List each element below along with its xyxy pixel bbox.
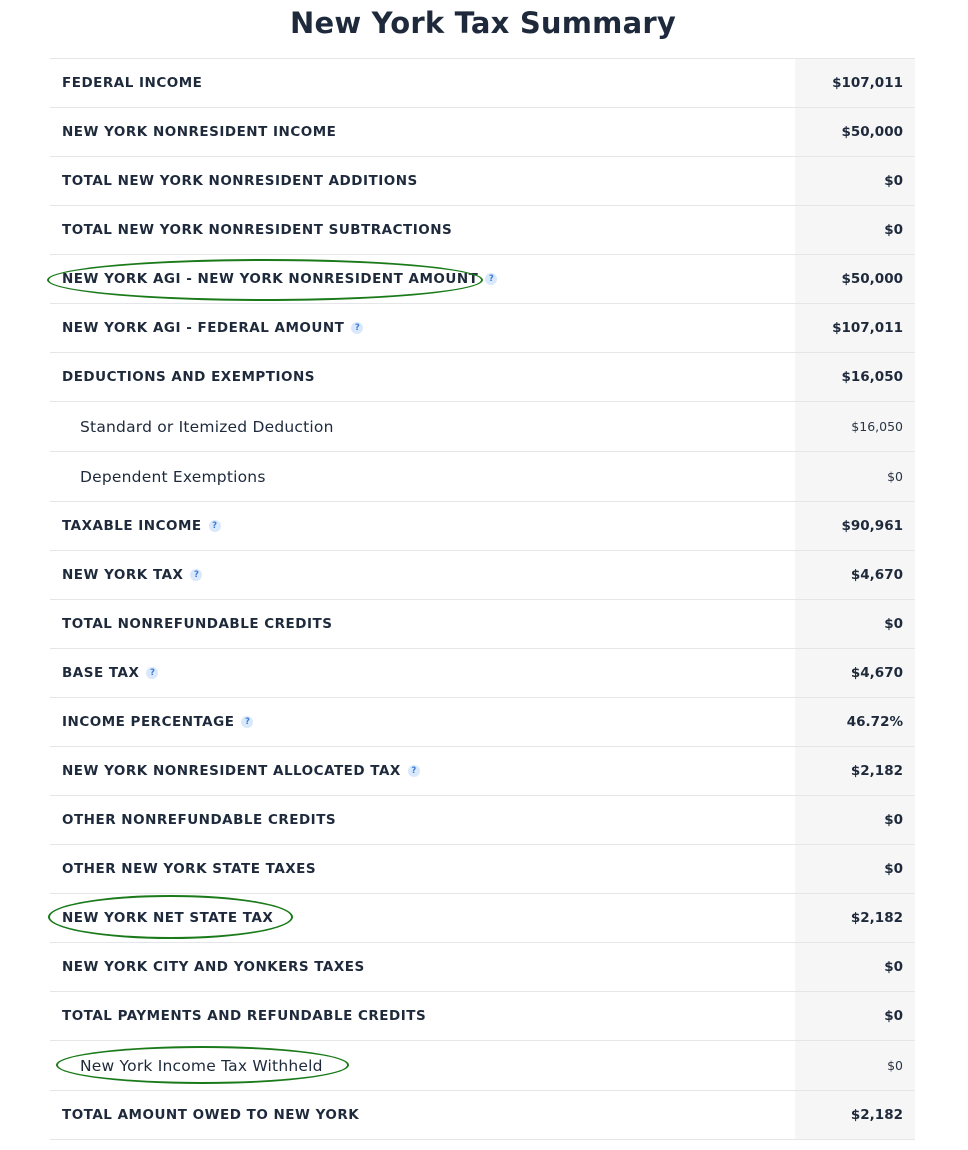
row-value: $16,050	[795, 353, 915, 401]
row-value: $2,182	[795, 1091, 915, 1139]
help-icon[interactable]: ?	[190, 569, 203, 581]
summary-row: OTHER NONREFUNDABLE CREDITS $0	[50, 796, 915, 845]
row-value: $107,011	[795, 59, 915, 107]
row-label: Dependent Exemptions	[50, 468, 266, 486]
row-label-text: TOTAL AMOUNT OWED TO NEW YORK	[62, 1107, 360, 1123]
summary-row: BASE TAX? $4,670	[50, 649, 915, 698]
row-label-text: NEW YORK TAX	[62, 567, 184, 583]
summary-row: TOTAL AMOUNT OWED TO NEW YORK $2,182	[50, 1091, 915, 1140]
row-label-text: Standard or Itemized Deduction	[80, 417, 334, 436]
row-label: NEW YORK AGI - NEW YORK NONRESIDENT AMOU…	[50, 271, 498, 287]
row-label: DEDUCTIONS AND EXEMPTIONS	[50, 369, 315, 385]
help-icon[interactable]: ?	[407, 765, 420, 777]
row-value: $0	[795, 992, 915, 1040]
row-value: 46.72%	[795, 698, 915, 746]
summary-row: NEW YORK CITY AND YONKERS TAXES $0	[50, 943, 915, 992]
page-title: New York Tax Summary	[290, 6, 676, 40]
row-value: $0	[795, 1041, 915, 1090]
summary-row: TOTAL PAYMENTS AND REFUNDABLE CREDITS $0	[50, 992, 915, 1041]
summary-subrow: Standard or Itemized Deduction $16,050	[50, 402, 915, 452]
row-label: TOTAL NEW YORK NONRESIDENT SUBTRACTIONS	[50, 222, 452, 238]
row-label: TOTAL AMOUNT OWED TO NEW YORK	[50, 1107, 359, 1123]
row-label: NEW YORK NONRESIDENT INCOME	[50, 124, 336, 140]
row-label: NEW YORK CITY AND YONKERS TAXES	[50, 959, 365, 975]
row-value: $0	[795, 796, 915, 844]
row-label-text: NEW YORK NET STATE TAX	[62, 910, 274, 926]
row-label-text: NEW YORK AGI - NEW YORK NONRESIDENT AMOU…	[62, 271, 479, 287]
row-label: TOTAL NEW YORK NONRESIDENT ADDITIONS	[50, 173, 418, 189]
row-label-text: NEW YORK NONRESIDENT ALLOCATED TAX	[62, 763, 401, 779]
row-value: $0	[795, 943, 915, 991]
row-value: $0	[795, 600, 915, 648]
row-value: $0	[795, 206, 915, 254]
row-label-text: New York Income Tax Withheld	[80, 1056, 323, 1075]
row-value: $0	[795, 452, 915, 501]
row-label: INCOME PERCENTAGE?	[50, 714, 254, 730]
row-value: $50,000	[795, 255, 915, 303]
summary-row: TAXABLE INCOME? $90,961	[50, 502, 915, 551]
summary-row: DEDUCTIONS AND EXEMPTIONS $16,050	[50, 353, 915, 402]
summary-row: NEW YORK TAX? $4,670	[50, 551, 915, 600]
row-label: Standard or Itemized Deduction	[50, 418, 334, 436]
row-label: OTHER NEW YORK STATE TAXES	[50, 861, 316, 877]
row-label-text: INCOME PERCENTAGE	[62, 714, 235, 730]
summary-row: NEW YORK NONRESIDENT INCOME $50,000	[50, 108, 915, 157]
row-label: TOTAL PAYMENTS AND REFUNDABLE CREDITS	[50, 1008, 426, 1024]
help-icon[interactable]: ?	[146, 667, 159, 679]
summary-row: NEW YORK NONRESIDENT ALLOCATED TAX? $2,18…	[50, 747, 915, 796]
row-value: $2,182	[795, 747, 915, 795]
row-label: NEW YORK NONRESIDENT ALLOCATED TAX?	[50, 763, 420, 779]
row-value: $16,050	[795, 402, 915, 451]
row-label-text: OTHER NEW YORK STATE TAXES	[62, 861, 317, 877]
summary-subrow: New York Income Tax Withheld $0	[50, 1041, 915, 1091]
row-label-text: FEDERAL INCOME	[62, 75, 203, 91]
row-value: $4,670	[795, 649, 915, 697]
row-value: $0	[795, 845, 915, 893]
summary-row: TOTAL NONREFUNDABLE CREDITS $0	[50, 600, 915, 649]
help-icon[interactable]: ?	[351, 322, 364, 334]
row-label-text: TOTAL NONREFUNDABLE CREDITS	[62, 616, 333, 632]
row-label: New York Income Tax Withheld	[50, 1057, 323, 1075]
help-icon[interactable]: ?	[241, 716, 254, 728]
summary-row: NEW YORK AGI - NEW YORK NONRESIDENT AMOU…	[50, 255, 915, 304]
row-label-text: TOTAL PAYMENTS AND REFUNDABLE CREDITS	[62, 1008, 427, 1024]
row-value: $50,000	[795, 108, 915, 156]
row-label: FEDERAL INCOME	[50, 75, 202, 91]
row-label: TOTAL NONREFUNDABLE CREDITS	[50, 616, 332, 632]
help-icon[interactable]: ?	[485, 273, 498, 285]
summary-row: OTHER NEW YORK STATE TAXES $0	[50, 845, 915, 894]
row-value: $107,011	[795, 304, 915, 352]
summary-row: FEDERAL INCOME $107,011	[50, 59, 915, 108]
row-label-text: OTHER NONREFUNDABLE CREDITS	[62, 812, 337, 828]
help-icon[interactable]: ?	[208, 520, 221, 532]
tax-summary-table: FEDERAL INCOME $107,011 NEW YORK NONRESIDE…	[50, 58, 915, 1140]
row-label-text: NEW YORK NONRESIDENT INCOME	[62, 124, 337, 140]
summary-subrow: Dependent Exemptions $0	[50, 452, 915, 502]
row-label: NEW YORK TAX?	[50, 567, 203, 583]
row-label-text: TAXABLE INCOME	[62, 518, 202, 534]
row-label-text: Dependent Exemptions	[80, 467, 266, 486]
row-label-text: BASE TAX	[62, 665, 140, 681]
row-label-text: TOTAL NEW YORK NONRESIDENT SUBTRACTIONS	[62, 222, 453, 238]
row-value: $0	[795, 157, 915, 205]
row-label-text: DEDUCTIONS AND EXEMPTIONS	[62, 369, 315, 385]
row-label: TAXABLE INCOME?	[50, 518, 221, 534]
row-label-text: NEW YORK CITY AND YONKERS TAXES	[62, 959, 365, 975]
row-label-text: NEW YORK AGI - FEDERAL AMOUNT	[62, 320, 345, 336]
row-label: OTHER NONREFUNDABLE CREDITS	[50, 812, 336, 828]
summary-row: NEW YORK AGI - FEDERAL AMOUNT? $107,011	[50, 304, 915, 353]
row-value: $2,182	[795, 894, 915, 942]
row-label-text: TOTAL NEW YORK NONRESIDENT ADDITIONS	[62, 173, 418, 189]
row-label: BASE TAX?	[50, 665, 159, 681]
row-value: $4,670	[795, 551, 915, 599]
row-value: $90,961	[795, 502, 915, 550]
summary-row: TOTAL NEW YORK NONRESIDENT ADDITIONS $0	[50, 157, 915, 206]
summary-row: TOTAL NEW YORK NONRESIDENT SUBTRACTIONS $…	[50, 206, 915, 255]
summary-row: NEW YORK NET STATE TAX $2,182	[50, 894, 915, 943]
row-label: NEW YORK AGI - FEDERAL AMOUNT?	[50, 320, 364, 336]
row-label: NEW YORK NET STATE TAX	[50, 910, 273, 926]
summary-row: INCOME PERCENTAGE? 46.72%	[50, 698, 915, 747]
